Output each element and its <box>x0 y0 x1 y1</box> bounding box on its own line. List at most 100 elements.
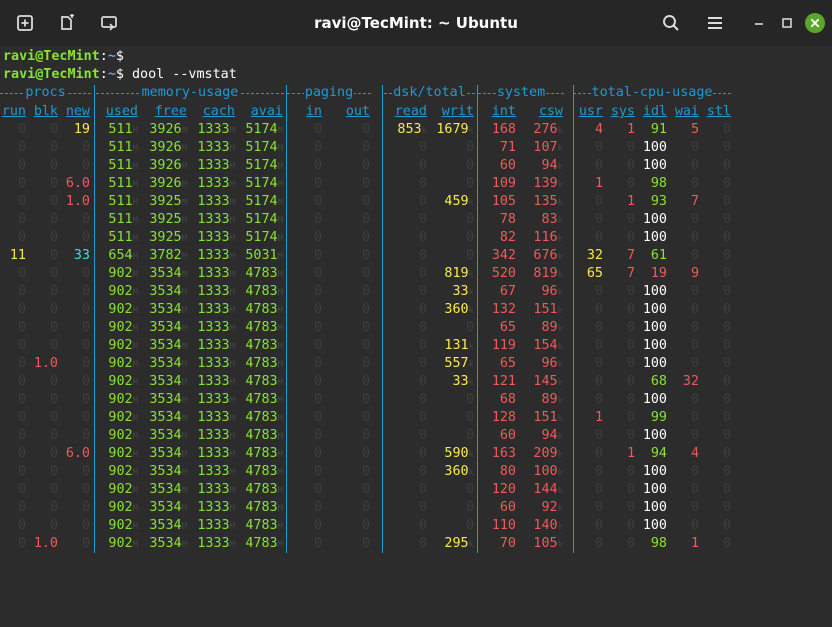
table-cell: 0 <box>49 500 58 515</box>
table-cell: 4783M <box>245 500 283 515</box>
table-cell: 4783M <box>245 536 283 551</box>
table-cell: 5174M <box>245 176 283 191</box>
table-cell: 110 <box>491 518 516 533</box>
table-cell: 0 <box>418 536 427 551</box>
table-cell: 0 <box>313 248 322 263</box>
table-cell: 0 <box>722 194 731 209</box>
group-label: paging <box>287 84 371 102</box>
group-label-text: procs <box>24 85 67 100</box>
table-cell: 70 <box>499 536 516 551</box>
table-cell: 511M <box>108 140 138 155</box>
table-cell: 65 <box>586 266 603 281</box>
table-cell: 100 <box>642 284 667 299</box>
table-cell: 0 <box>418 500 427 515</box>
table-cell: 4 <box>690 446 699 461</box>
table-cell: 0 <box>17 338 26 353</box>
search-button[interactable] <box>656 8 686 38</box>
terminal-output[interactable]: ravi@TecMint:~$ ravi@TecMint:~$ dool --v… <box>0 46 832 627</box>
table-cell: 0 <box>17 230 26 245</box>
table-cell: 0 <box>594 338 603 353</box>
table-cell: 33k <box>452 374 474 389</box>
table-cell: 4783M <box>245 338 283 353</box>
table-cell: 0 <box>594 374 603 389</box>
table-cell: 5174M <box>245 158 283 173</box>
table-cell: 1333M <box>197 356 235 371</box>
table-cell: 0 <box>361 266 370 281</box>
table-cell: 557k <box>444 356 474 371</box>
table-cell: 0 <box>418 248 427 263</box>
minimize-button[interactable] <box>744 8 774 38</box>
table-cell: 1333M <box>197 500 235 515</box>
table-cell: 0 <box>49 428 58 443</box>
maximize-button[interactable] <box>772 8 802 38</box>
table-cell: 0 <box>722 176 731 191</box>
table-cell: 0 <box>49 248 58 263</box>
table-cell: 0 <box>465 500 474 515</box>
table-cell: 902M <box>108 338 138 353</box>
table-cell: 19 <box>650 266 667 281</box>
table-cell: 0 <box>17 284 26 299</box>
table-cell: 360k <box>444 464 474 479</box>
table-cell: 0 <box>313 158 322 173</box>
table-cell: 4783M <box>245 284 283 299</box>
table-cell: 1333M <box>197 140 235 155</box>
table-cell: 168 <box>491 122 516 137</box>
table-cell: 853k <box>397 122 427 137</box>
table-cell: 0 <box>690 500 699 515</box>
title-bar: ravi@TecMint: ~ Ubuntu <box>0 0 832 47</box>
table-cell: 3534M <box>149 338 187 353</box>
table-cell: 0 <box>49 302 58 317</box>
table-cell: 11 <box>9 248 26 263</box>
table-cell: 0 <box>418 410 427 425</box>
table-cell: 0 <box>313 230 322 245</box>
table-cell: 0 <box>313 338 322 353</box>
table-cell: 1 <box>626 194 635 209</box>
table-cell: 0 <box>465 392 474 407</box>
table-cell: 0 <box>465 410 474 425</box>
table-cell: 139k <box>533 176 563 191</box>
table-cell: 0 <box>81 266 90 281</box>
table-cell: 1 <box>690 536 699 551</box>
column-header-read: read <box>394 104 427 119</box>
column-header-writ: writ <box>441 104 474 119</box>
table-cell: 131k <box>444 338 474 353</box>
table-cell: 0 <box>626 392 635 407</box>
table-cell: 1333M <box>197 158 235 173</box>
table-cell: 5174M <box>245 212 283 227</box>
table-cell: 0 <box>465 518 474 533</box>
table-cell: 0 <box>361 176 370 191</box>
menu-button[interactable] <box>700 8 730 38</box>
table-cell: 0 <box>594 284 603 299</box>
table-cell: 100 <box>642 320 667 335</box>
table-cell: 3925M <box>149 230 187 245</box>
table-cell: 0 <box>361 158 370 173</box>
prompt-line-1: ravi@TecMint:~$ <box>3 49 124 64</box>
table-cell: 5174M <box>245 230 283 245</box>
table-cell: 0 <box>49 320 58 335</box>
table-cell: 0 <box>722 392 731 407</box>
table-cell: 0 <box>626 212 635 227</box>
close-button[interactable] <box>800 8 830 38</box>
column-header-csw: csw <box>538 104 563 119</box>
table-cell: 342 <box>491 248 516 263</box>
table-cell: 4783M <box>245 518 283 533</box>
table-cell: 3534M <box>149 428 187 443</box>
table-cell: 100 <box>642 140 667 155</box>
table-cell: 0 <box>49 176 58 191</box>
table-cell: 1.0 <box>33 536 58 551</box>
table-cell: 0 <box>361 284 370 299</box>
table-cell: 0 <box>17 320 26 335</box>
table-cell: 1333M <box>197 320 235 335</box>
table-cell: 78 <box>499 212 516 227</box>
table-cell: 902M <box>108 284 138 299</box>
table-cell: 82 <box>499 230 516 245</box>
table-cell: 100 <box>642 338 667 353</box>
table-cell: 32 <box>586 248 603 263</box>
table-cell: 0 <box>626 230 635 245</box>
table-cell: 0 <box>81 284 90 299</box>
table-cell: 0 <box>17 464 26 479</box>
table-cell: 0 <box>626 410 635 425</box>
table-cell: 0 <box>418 302 427 317</box>
column-separator <box>94 85 95 553</box>
table-cell: 1333M <box>197 392 235 407</box>
